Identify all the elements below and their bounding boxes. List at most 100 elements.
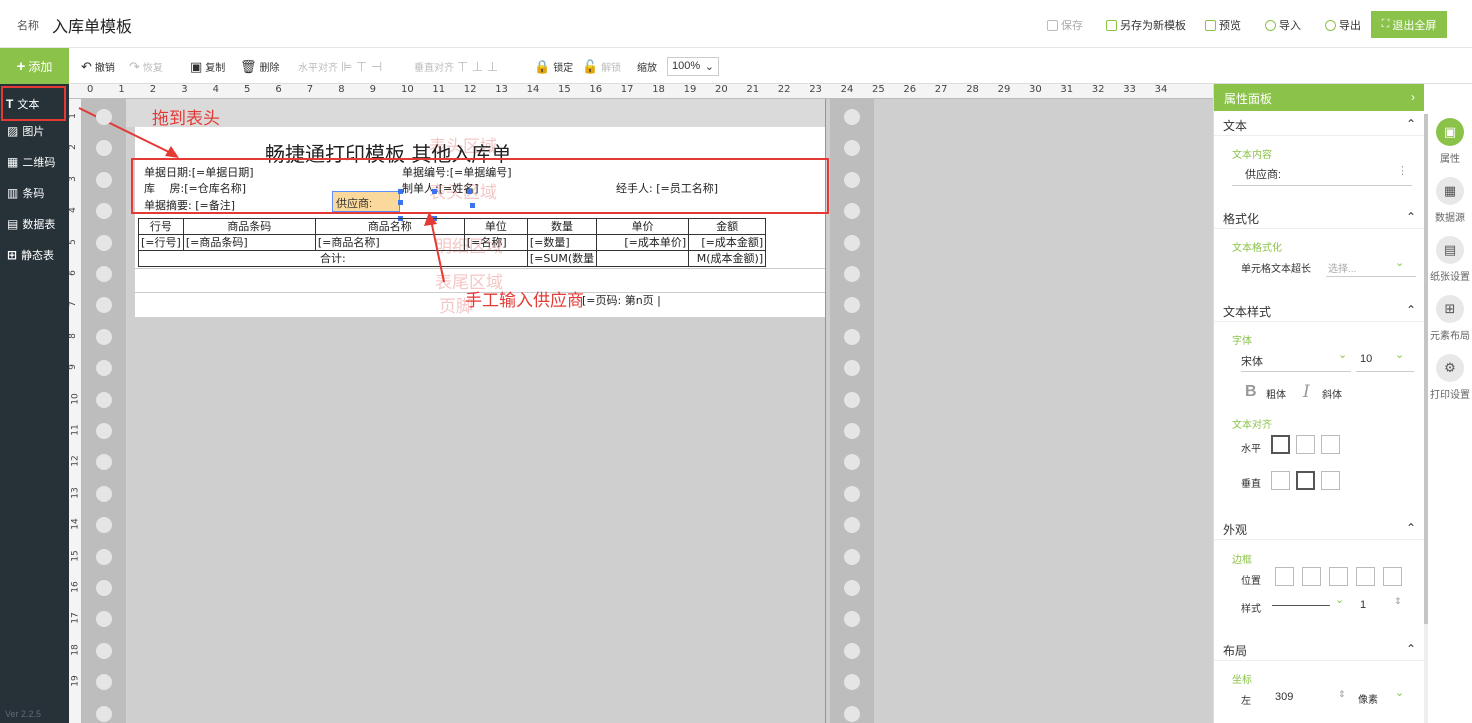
- add-button[interactable]: + 添加: [0, 48, 69, 84]
- align-right-button[interactable]: [1321, 435, 1340, 454]
- border-all-button[interactable]: [1275, 567, 1294, 586]
- text-content-input[interactable]: 供应商:: [1245, 166, 1281, 182]
- ruler-tick-label: 6: [275, 84, 282, 95]
- ruler-tick-label: 13: [70, 487, 81, 499]
- detail-table[interactable]: 行号 商品条码 商品名称 单位 数量 单价 金额 [=行号] [=商品条码] […: [138, 218, 767, 267]
- valign-top-button[interactable]: [1271, 471, 1290, 490]
- ruler-tick-label: 34: [1154, 84, 1168, 95]
- ruler-tick-label: 25: [872, 84, 885, 95]
- border-bottom-button[interactable]: [1383, 567, 1402, 586]
- section-appearance[interactable]: 外观 ⌃: [1214, 516, 1424, 540]
- export-icon: [1325, 19, 1336, 31]
- ruler-tick-label: 6: [69, 270, 78, 276]
- settings-icon: ⚙: [1436, 354, 1464, 382]
- section-text-style[interactable]: 文本样式 ⌃: [1214, 298, 1424, 322]
- table-header-cell: 商品条码: [182, 218, 316, 235]
- chevron-down-icon: ⌄: [1395, 687, 1405, 699]
- chevron-down-icon: ⌄: [1395, 257, 1405, 269]
- v-align-button[interactable]: 垂直对齐 ⊤ ⊥ ⊥: [414, 59, 498, 74]
- bold-icon[interactable]: B: [1245, 383, 1257, 401]
- export-button[interactable]: 导出: [1325, 17, 1361, 33]
- unlock-button[interactable]: 🔓 解锁: [582, 59, 621, 74]
- align-left-button[interactable]: [1271, 435, 1290, 454]
- nav-print-settings[interactable]: ⚙ 打印设置: [1428, 354, 1472, 401]
- exit-fullscreen-button[interactable]: ⛶ 退出全屏: [1371, 11, 1447, 38]
- cell-overflow-underline: [1326, 276, 1416, 277]
- preview-button[interactable]: 预览: [1205, 17, 1241, 33]
- valign-bottom-button[interactable]: [1321, 471, 1340, 490]
- perforation-hole: [96, 328, 112, 345]
- valign-middle-button[interactable]: [1296, 471, 1315, 490]
- text-icon: T: [6, 96, 14, 111]
- chevron-up-icon: ⌃: [1405, 117, 1416, 131]
- import-button[interactable]: 导入: [1265, 17, 1301, 33]
- border-top-button[interactable]: [1329, 567, 1348, 586]
- perforation-hole: [96, 391, 112, 408]
- nav-properties[interactable]: ▣ 属性: [1428, 118, 1472, 165]
- template-title[interactable]: 入库单模板: [52, 13, 132, 37]
- stepper-icon[interactable]: ⇕: [1338, 689, 1346, 700]
- font-size-select[interactable]: 10: [1360, 353, 1372, 365]
- border-right-button[interactable]: [1356, 567, 1375, 586]
- sidebar-item-data-table[interactable]: ▤ 数据表: [4, 211, 64, 236]
- sidebar-item-image[interactable]: ▨ 图片: [4, 118, 64, 143]
- align-top-icon: ⊤ ⊥ ⊥: [457, 59, 499, 74]
- perforation-hole: [96, 485, 112, 502]
- ruler-tick-label: 15: [70, 549, 81, 562]
- stepper-icon[interactable]: ⇕: [1394, 596, 1402, 607]
- italic-icon[interactable]: I: [1303, 382, 1310, 402]
- align-center-button[interactable]: [1296, 435, 1315, 454]
- ruler-tick-label: 17: [70, 612, 81, 625]
- delete-button[interactable]: 🗑 删除: [240, 59, 280, 74]
- perforation-hole: [96, 109, 112, 125]
- section-layout[interactable]: 布局 ⌃: [1214, 637, 1424, 661]
- sidebar-item-static-table[interactable]: ⊞ 静态表: [4, 242, 64, 267]
- nav-datasource[interactable]: ▦ 数据源: [1428, 177, 1472, 224]
- right-nav: ▣ 属性 ▦ 数据源 ▤ 纸张设置 ⊞ 元素布局 ⚙ 打印设置: [1428, 84, 1472, 723]
- ruler-tick-label: 20: [715, 84, 728, 95]
- border-style-label: 样式: [1241, 604, 1261, 615]
- nav-paper[interactable]: ▤ 纸张设置: [1428, 236, 1472, 283]
- design-canvas[interactable]: 0 1 2 3 4 5 6 7 8 9 10 11 12 13 14 15 16 17 18 19 20 21 22 23 24…: [69, 84, 1213, 723]
- section-format[interactable]: 格式化 ⌃: [1214, 205, 1424, 229]
- ruler-tick-label: 3: [181, 84, 188, 95]
- h-align-button[interactable]: 水平对齐 ⊫ ⊤ ⊣: [298, 59, 382, 74]
- border-width-input[interactable]: 1: [1360, 599, 1366, 611]
- table-cell: [=成本金额]: [688, 234, 767, 251]
- more-icon[interactable]: ⋮: [1397, 164, 1408, 177]
- zoom-select[interactable]: 100% ⌄: [667, 57, 719, 76]
- chevron-down-icon: ⌄: [1338, 349, 1348, 361]
- ruler-tick-label: 21: [746, 84, 760, 95]
- table-cell: [=名称]: [463, 234, 528, 251]
- border-left-button[interactable]: [1302, 567, 1321, 586]
- sidebar-item-barcode[interactable]: ▥ 条码: [4, 180, 64, 205]
- font-select[interactable]: 宋体: [1241, 353, 1263, 369]
- chevron-up-icon: ⌃: [1405, 521, 1416, 535]
- left-input[interactable]: 309: [1275, 691, 1293, 703]
- sidebar-item-text[interactable]: T 文本: [1, 86, 66, 121]
- unit-select[interactable]: 像素: [1358, 691, 1378, 706]
- save-as-button[interactable]: 另存为新模板: [1106, 17, 1186, 33]
- properties-icon: ▣: [1436, 118, 1464, 146]
- sidebar-item-qrcode[interactable]: ▦ 二维码: [4, 149, 64, 174]
- version-label: Ver 2.2.5: [5, 709, 42, 719]
- ruler-tick-label: 23: [809, 84, 822, 95]
- ruler-tick-label: 14: [70, 518, 81, 530]
- perforation-hole: [844, 423, 860, 439]
- save-button[interactable]: 保存: [1047, 17, 1083, 33]
- nav-layout[interactable]: ⊞ 元素布局: [1428, 295, 1472, 342]
- table-header-row: 行号 商品条码 商品名称 单位 数量 单价 金额: [138, 218, 767, 235]
- border-style-select[interactable]: [1272, 605, 1330, 606]
- section-text[interactable]: 文本 ⌃: [1214, 112, 1424, 136]
- perforation-strip-left: [82, 99, 126, 723]
- image-icon: ▨: [7, 123, 19, 138]
- copy-icon: ▣: [190, 59, 203, 74]
- page-number-field[interactable]: [=页码: 第n页 |: [582, 292, 661, 308]
- lock-button[interactable]: 🔒 锁定: [534, 59, 573, 74]
- table-cell: [=商品条码]: [182, 234, 316, 251]
- chevron-right-icon[interactable]: ›: [1411, 90, 1415, 105]
- redo-button[interactable]: ↷ 恢复: [129, 59, 163, 74]
- undo-button[interactable]: ↶ 撤销: [81, 59, 115, 74]
- cell-overflow-select[interactable]: 选择...: [1328, 260, 1356, 275]
- copy-button[interactable]: ▣ 复制: [190, 59, 225, 74]
